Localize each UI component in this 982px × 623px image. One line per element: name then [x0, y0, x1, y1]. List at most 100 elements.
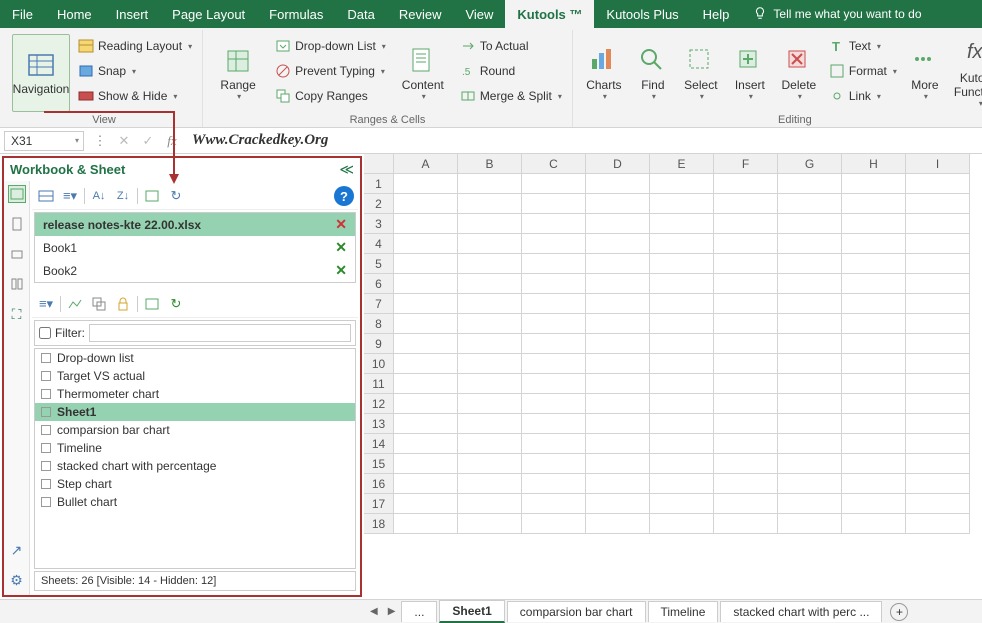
cell[interactable]	[586, 354, 650, 374]
sort-desc-icon[interactable]: Z↓	[113, 186, 133, 206]
side-tab-columns-icon[interactable]	[8, 275, 26, 293]
tab-kutools-plus[interactable]: Kutools Plus	[594, 0, 690, 28]
cell[interactable]	[586, 174, 650, 194]
side-tab-print-icon[interactable]	[8, 245, 26, 263]
wb-list-icon[interactable]: ≡▾	[60, 186, 80, 206]
cell[interactable]	[458, 354, 522, 374]
cell[interactable]	[458, 274, 522, 294]
side-tab-popout-icon[interactable]: ↗	[8, 541, 26, 559]
cell[interactable]	[906, 514, 970, 534]
cell[interactable]	[586, 234, 650, 254]
cell[interactable]	[394, 214, 458, 234]
sheet-row[interactable]: stacked chart with percentage	[35, 457, 355, 475]
cell[interactable]	[458, 434, 522, 454]
cell[interactable]	[778, 274, 842, 294]
cell[interactable]	[714, 174, 778, 194]
cancel-formula-icon[interactable]: ✕	[112, 133, 136, 149]
cell[interactable]	[778, 214, 842, 234]
help-icon[interactable]: ?	[334, 186, 354, 206]
cell[interactable]	[906, 494, 970, 514]
sheet-checkbox[interactable]	[41, 461, 51, 471]
column-header[interactable]: B	[458, 154, 522, 174]
cell[interactable]	[778, 514, 842, 534]
cell[interactable]	[522, 314, 586, 334]
wb-grid-icon[interactable]	[36, 186, 56, 206]
row-header[interactable]: 14	[364, 434, 394, 454]
cell[interactable]	[458, 394, 522, 414]
sheet-checkbox[interactable]	[41, 425, 51, 435]
cell[interactable]	[906, 194, 970, 214]
cell[interactable]	[522, 334, 586, 354]
cell[interactable]	[906, 174, 970, 194]
row-header[interactable]: 7	[364, 294, 394, 314]
add-sheet-icon[interactable]: +	[890, 603, 908, 621]
cell[interactable]	[714, 414, 778, 434]
cell[interactable]	[714, 454, 778, 474]
cell[interactable]	[586, 254, 650, 274]
cell[interactable]	[522, 434, 586, 454]
sheet-refresh-icon[interactable]: ↻	[166, 294, 186, 314]
cell[interactable]	[906, 294, 970, 314]
prevent-typing-button[interactable]: Prevent Typing▾	[271, 59, 390, 83]
cell[interactable]	[778, 174, 842, 194]
cell[interactable]	[778, 394, 842, 414]
tab-review[interactable]: Review	[387, 0, 454, 28]
cell[interactable]	[394, 434, 458, 454]
cell[interactable]	[650, 434, 714, 454]
tab-data[interactable]: Data	[335, 0, 386, 28]
sheet-list[interactable]: Drop-down listTarget VS actualThermomete…	[34, 348, 356, 569]
cell[interactable]	[394, 474, 458, 494]
cell[interactable]	[842, 354, 906, 374]
cell[interactable]	[586, 314, 650, 334]
cell[interactable]	[842, 414, 906, 434]
cell[interactable]	[458, 294, 522, 314]
sheet-nav-prev-icon[interactable]: ◀	[366, 606, 382, 617]
sheet-lock-icon[interactable]	[113, 294, 133, 314]
cell[interactable]	[778, 434, 842, 454]
sheet-checkbox[interactable]	[41, 371, 51, 381]
cell[interactable]	[906, 314, 970, 334]
sort-asc-icon[interactable]: A↓	[89, 186, 109, 206]
link-button[interactable]: Link▾	[825, 84, 901, 108]
cell[interactable]	[458, 514, 522, 534]
cell[interactable]	[522, 394, 586, 414]
row-header[interactable]: 11	[364, 374, 394, 394]
cell[interactable]	[586, 514, 650, 534]
cell[interactable]	[842, 454, 906, 474]
charts-button[interactable]: Charts▾	[579, 34, 629, 112]
column-header[interactable]: A	[394, 154, 458, 174]
column-header[interactable]: H	[842, 154, 906, 174]
cell[interactable]	[458, 454, 522, 474]
cell[interactable]	[906, 414, 970, 434]
cell[interactable]	[778, 294, 842, 314]
sheet-checkbox[interactable]	[41, 479, 51, 489]
workbook-row[interactable]: release notes-kte 22.00.xlsx ✕	[35, 213, 355, 236]
wb-table-icon[interactable]	[142, 186, 162, 206]
sheet-checkbox[interactable]	[41, 497, 51, 507]
cell[interactable]	[394, 234, 458, 254]
cell[interactable]	[714, 274, 778, 294]
close-workbook-icon[interactable]: ✕	[335, 262, 347, 279]
tab-file[interactable]: File	[0, 0, 45, 28]
row-header[interactable]: 1	[364, 174, 394, 194]
cell[interactable]	[714, 494, 778, 514]
tab-home[interactable]: Home	[45, 0, 104, 28]
cell[interactable]	[842, 174, 906, 194]
sheet-tab[interactable]: comparsion bar chart	[507, 601, 646, 622]
row-header[interactable]: 4	[364, 234, 394, 254]
column-header[interactable]: I	[906, 154, 970, 174]
cell[interactable]	[778, 234, 842, 254]
cell[interactable]	[714, 394, 778, 414]
cell[interactable]	[906, 354, 970, 374]
cell[interactable]	[778, 354, 842, 374]
cell[interactable]	[906, 274, 970, 294]
cell[interactable]	[714, 474, 778, 494]
row-header[interactable]: 8	[364, 314, 394, 334]
snap-button[interactable]: Snap▾	[74, 59, 196, 83]
cell[interactable]	[586, 294, 650, 314]
cell[interactable]	[778, 494, 842, 514]
cell[interactable]	[522, 254, 586, 274]
row-header[interactable]: 9	[364, 334, 394, 354]
cell[interactable]	[458, 494, 522, 514]
cell[interactable]	[522, 194, 586, 214]
